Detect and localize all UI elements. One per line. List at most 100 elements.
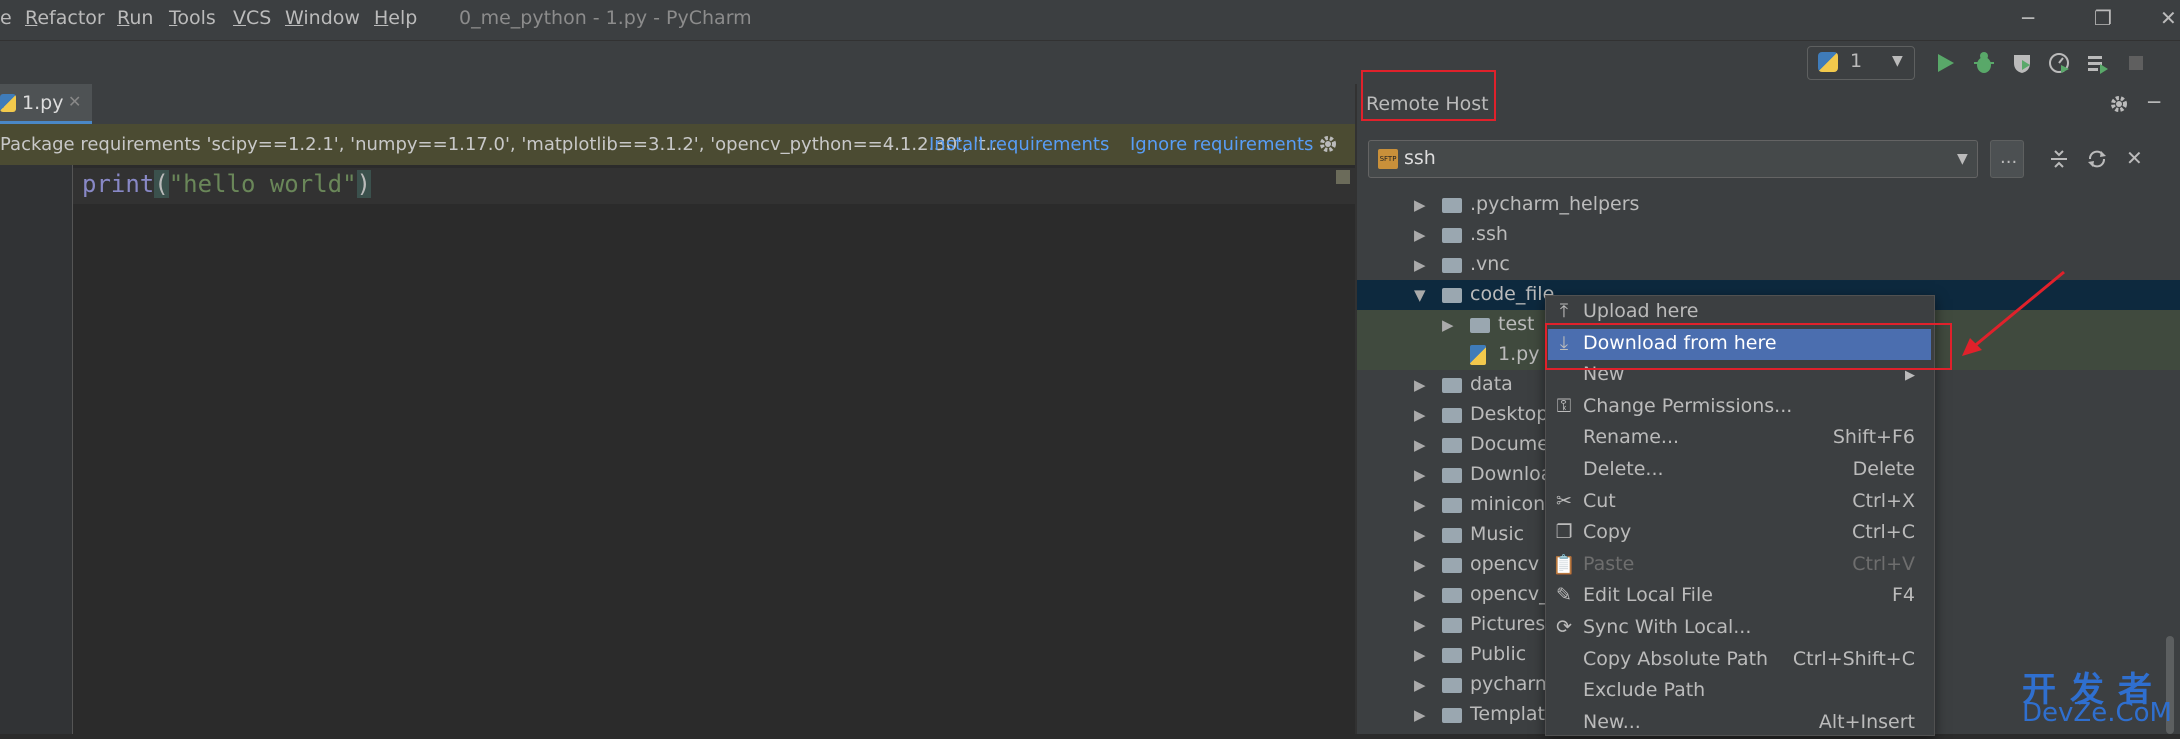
tree-item[interactable]: ▶ .ssh bbox=[1357, 220, 2180, 250]
collapsed-arrow-icon[interactable]: ▶ bbox=[1414, 556, 1426, 574]
banner-text: Package requirements 'scipy==1.2.1', 'nu… bbox=[0, 134, 1003, 155]
folder-icon bbox=[1442, 198, 1462, 213]
server-select[interactable]: SFTP ssh ▼ bbox=[1368, 140, 1978, 178]
close-window-icon[interactable]: ✕ bbox=[2160, 6, 2177, 30]
edit-icon: ✎ bbox=[1556, 584, 1572, 606]
sftp-icon: SFTP bbox=[1378, 149, 1398, 169]
context-menu-item[interactable]: ✂ Cut Ctrl+X bbox=[1548, 487, 1931, 518]
collapsed-arrow-icon[interactable]: ▶ bbox=[1414, 496, 1426, 514]
run-concurrency-icon[interactable] bbox=[2086, 51, 2110, 75]
context-menu-shortcut: Ctrl+Shift+C bbox=[1792, 648, 1915, 670]
tree-item-label: Template bbox=[1470, 703, 1557, 725]
expanded-arrow-icon[interactable]: ▼ bbox=[1414, 286, 1426, 304]
line-gutter bbox=[0, 165, 73, 734]
tree-item-label: test bbox=[1498, 313, 1535, 335]
context-menu-item[interactable]: Delete... Delete bbox=[1548, 455, 1931, 486]
tree-item-label: Downloa bbox=[1470, 463, 1553, 485]
tree-item-label: opencv bbox=[1470, 553, 1540, 575]
code-line[interactable]: print("hello world") bbox=[82, 170, 371, 198]
menu-help[interactable]: Help bbox=[374, 7, 417, 29]
folder-icon bbox=[1442, 258, 1462, 273]
annotation-arrow bbox=[1962, 270, 2065, 356]
close-tab-icon[interactable]: ✕ bbox=[68, 92, 81, 111]
run-config-label: 1 bbox=[1850, 50, 1863, 72]
install-requirements-link[interactable]: Install requirements bbox=[929, 134, 1109, 155]
tab-1py[interactable]: 1.py ✕ bbox=[0, 84, 92, 124]
close-icon[interactable]: ✕ bbox=[2126, 146, 2143, 170]
context-menu-item[interactable]: Exclude Path bbox=[1548, 676, 1931, 707]
profile-icon[interactable] bbox=[2047, 51, 2071, 75]
folder-icon bbox=[1442, 528, 1462, 543]
run-config-select[interactable]: 1 ▼ bbox=[1807, 46, 1915, 80]
editor-tab-bar bbox=[0, 84, 1355, 125]
collapsed-arrow-icon[interactable]: ▶ bbox=[1414, 466, 1426, 484]
context-menu-label: Rename... bbox=[1583, 426, 1680, 448]
collapsed-arrow-icon[interactable]: ▶ bbox=[1414, 376, 1426, 394]
chevron-down-icon: ▼ bbox=[1957, 151, 1968, 167]
collapsed-arrow-icon[interactable]: ▶ bbox=[1414, 226, 1426, 244]
context-menu-shortcut: Shift+F6 bbox=[1832, 426, 1915, 448]
code-editor[interactable] bbox=[73, 165, 1355, 734]
collapsed-arrow-icon[interactable]: ▶ bbox=[1414, 676, 1426, 694]
context-menu-shortcut: F4 bbox=[1891, 584, 1915, 606]
menu-vcs[interactable]: VCS bbox=[233, 7, 271, 29]
menu-partial[interactable]: e bbox=[0, 7, 12, 29]
tree-item-label: minicon bbox=[1470, 493, 1546, 515]
collapsed-arrow-icon[interactable]: ▶ bbox=[1414, 196, 1426, 214]
context-menu-item[interactable]: 📋 Paste Ctrl+V bbox=[1548, 550, 1931, 581]
coverage-icon[interactable] bbox=[2010, 51, 2034, 75]
folder-icon bbox=[1442, 468, 1462, 483]
context-menu-item[interactable]: Rename... Shift+F6 bbox=[1548, 423, 1931, 454]
context-menu-item[interactable]: ✎ Edit Local File F4 bbox=[1548, 581, 1931, 612]
context-menu-item[interactable]: New... Alt+Insert bbox=[1548, 708, 1931, 739]
menu-refactor[interactable]: Refactor bbox=[25, 7, 105, 29]
collapse-all-icon[interactable] bbox=[2048, 148, 2070, 170]
gear-icon[interactable] bbox=[1317, 133, 1339, 155]
tree-item[interactable]: ▶ .pycharm_helpers bbox=[1357, 190, 2180, 220]
inspection-indicator[interactable] bbox=[1336, 170, 1350, 184]
context-menu-label: Edit Local File bbox=[1583, 584, 1713, 606]
tree-item-label: .vnc bbox=[1470, 253, 1510, 275]
hide-panel-icon[interactable]: ─ bbox=[2148, 90, 2160, 114]
menu-tools[interactable]: Tools bbox=[169, 7, 216, 29]
collapsed-arrow-icon[interactable]: ▶ bbox=[1414, 436, 1426, 454]
folder-icon bbox=[1442, 588, 1462, 603]
tree-item-label: 1.py bbox=[1498, 343, 1540, 365]
restore-icon[interactable]: ❐ bbox=[2094, 6, 2112, 30]
minimize-icon[interactable]: ─ bbox=[2022, 6, 2034, 30]
run-icon[interactable] bbox=[1934, 52, 1956, 74]
collapsed-arrow-icon[interactable]: ▶ bbox=[1414, 406, 1426, 424]
context-menu-item[interactable]: ⟳ Sync With Local... bbox=[1548, 613, 1931, 644]
tree-item-label: Music bbox=[1470, 523, 1525, 545]
refresh-icon[interactable] bbox=[2086, 148, 2108, 170]
collapsed-arrow-icon[interactable]: ▶ bbox=[1442, 316, 1454, 334]
folder-icon bbox=[1442, 438, 1462, 453]
menu-window[interactable]: Window bbox=[285, 7, 360, 29]
collapsed-arrow-icon[interactable]: ▶ bbox=[1414, 706, 1426, 724]
debug-icon[interactable] bbox=[1972, 51, 1996, 75]
collapsed-arrow-icon[interactable]: ▶ bbox=[1414, 586, 1426, 604]
context-menu-item[interactable]: Copy Absolute Path Ctrl+Shift+C bbox=[1548, 645, 1931, 676]
tree-item-label: data bbox=[1470, 373, 1513, 395]
menu-run[interactable]: Run bbox=[117, 7, 153, 29]
server-more-button[interactable]: ... bbox=[1990, 140, 2024, 178]
collapsed-arrow-icon[interactable]: ▶ bbox=[1414, 646, 1426, 664]
folder-icon bbox=[1442, 678, 1462, 693]
stop-icon[interactable] bbox=[2126, 53, 2146, 73]
folder-icon bbox=[1442, 618, 1462, 633]
python-file-icon bbox=[0, 94, 16, 112]
context-menu-label: Paste bbox=[1583, 553, 1635, 575]
context-menu-item[interactable]: ⚿ Change Permissions... bbox=[1548, 392, 1931, 423]
chevron-down-icon: ▼ bbox=[1892, 53, 1903, 69]
ignore-requirements-link[interactable]: Ignore requirements bbox=[1130, 134, 1313, 155]
tree-item-label: Desktop bbox=[1470, 403, 1549, 425]
collapsed-arrow-icon[interactable]: ▶ bbox=[1414, 256, 1426, 274]
scissors-icon: ✂ bbox=[1556, 490, 1572, 512]
tree-item-label: code_file bbox=[1470, 283, 1555, 305]
window-title: 0_me_python - 1.py - PyCharm bbox=[459, 7, 752, 29]
collapsed-arrow-icon[interactable]: ▶ bbox=[1414, 526, 1426, 544]
settings-gear-icon[interactable] bbox=[2108, 93, 2130, 115]
collapsed-arrow-icon[interactable]: ▶ bbox=[1414, 616, 1426, 634]
context-menu-shortcut: Delete bbox=[1852, 458, 1915, 480]
context-menu-item[interactable]: ❐ Copy Ctrl+C bbox=[1548, 518, 1931, 549]
